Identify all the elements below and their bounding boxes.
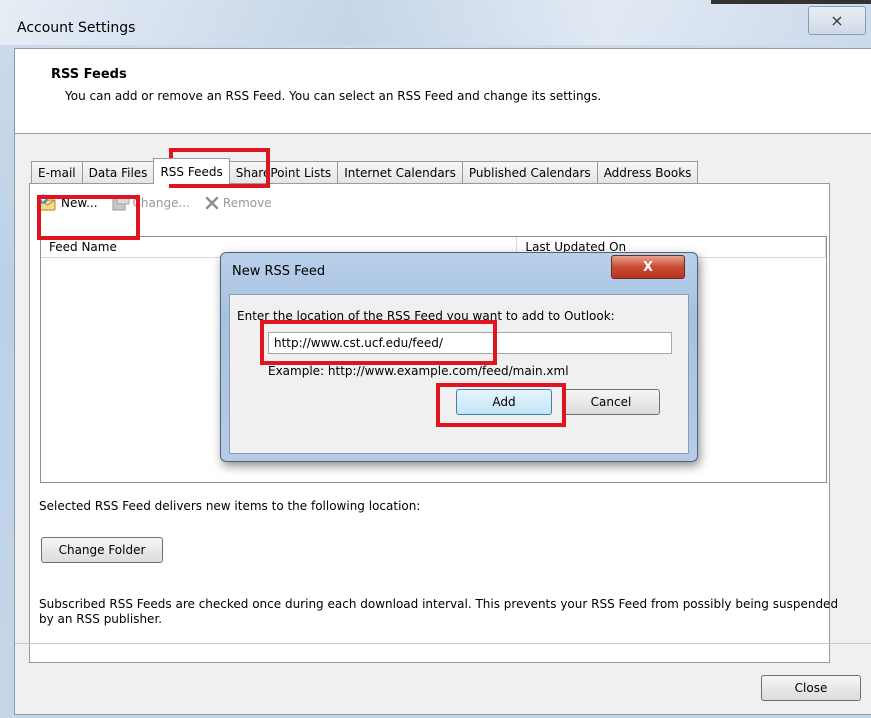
remove-x-icon xyxy=(204,195,220,211)
tab-published-calendars[interactable]: Published Calendars xyxy=(461,161,598,184)
rss-url-input[interactable] xyxy=(268,332,672,354)
delivery-location-text: Selected RSS Feed delivers new items to … xyxy=(39,499,421,513)
tab-email[interactable]: E-mail xyxy=(31,161,83,184)
change-folder-button[interactable]: Change Folder xyxy=(41,537,163,563)
change-feed-label: Change... xyxy=(132,196,190,210)
add-button[interactable]: Add xyxy=(456,389,552,415)
dialog-title: New RSS Feed xyxy=(232,264,326,279)
rss-url-example: Example: http://www.example.com/feed/mai… xyxy=(268,364,569,378)
remove-feed-button[interactable]: Remove xyxy=(204,195,272,211)
close-icon: ⨯ xyxy=(830,11,844,30)
tab-strip: E-mail Data Files RSS Feeds SharePoint L… xyxy=(31,158,699,184)
new-feed-icon xyxy=(38,194,58,212)
new-feed-label: New... xyxy=(61,196,98,210)
rss-url-prompt: Enter the location of the RSS Feed you w… xyxy=(237,309,615,323)
dialog-close-button[interactable]: X xyxy=(611,255,685,279)
feed-toolbar: New... Change... Remove xyxy=(38,192,286,214)
cancel-button[interactable]: Cancel xyxy=(562,389,660,415)
background-window-edge xyxy=(711,0,871,4)
new-rss-feed-dialog: New RSS Feed X Enter the location of the… xyxy=(220,252,698,462)
page-title: RSS Feeds xyxy=(51,67,127,82)
window-frame: Account Settings ⨯ RSS Feeds You can add… xyxy=(0,0,871,718)
window-title: Account Settings xyxy=(17,20,136,36)
change-feed-button[interactable]: Change... xyxy=(112,195,190,211)
tab-sharepoint-lists[interactable]: SharePoint Lists xyxy=(228,161,339,184)
page-description: You can add or remove an RSS Feed. You c… xyxy=(65,89,602,103)
change-icon xyxy=(112,195,130,211)
tab-internet-calendars[interactable]: Internet Calendars xyxy=(337,161,463,184)
page-header: RSS Feeds You can add or remove an RSS F… xyxy=(15,49,871,134)
footer-note: Subscribed RSS Feeds are checked once du… xyxy=(39,597,839,626)
tab-rss-feeds[interactable]: RSS Feeds xyxy=(153,158,230,184)
tab-address-books[interactable]: Address Books xyxy=(596,161,699,184)
tab-data-files[interactable]: Data Files xyxy=(81,161,155,184)
close-button[interactable]: Close xyxy=(761,675,861,701)
new-feed-button[interactable]: New... xyxy=(38,194,98,212)
close-icon: X xyxy=(642,259,654,275)
divider xyxy=(15,643,871,644)
dialog-body: Enter the location of the RSS Feed you w… xyxy=(229,294,689,454)
window-close-button[interactable]: ⨯ xyxy=(808,6,866,35)
remove-feed-label: Remove xyxy=(222,196,272,210)
